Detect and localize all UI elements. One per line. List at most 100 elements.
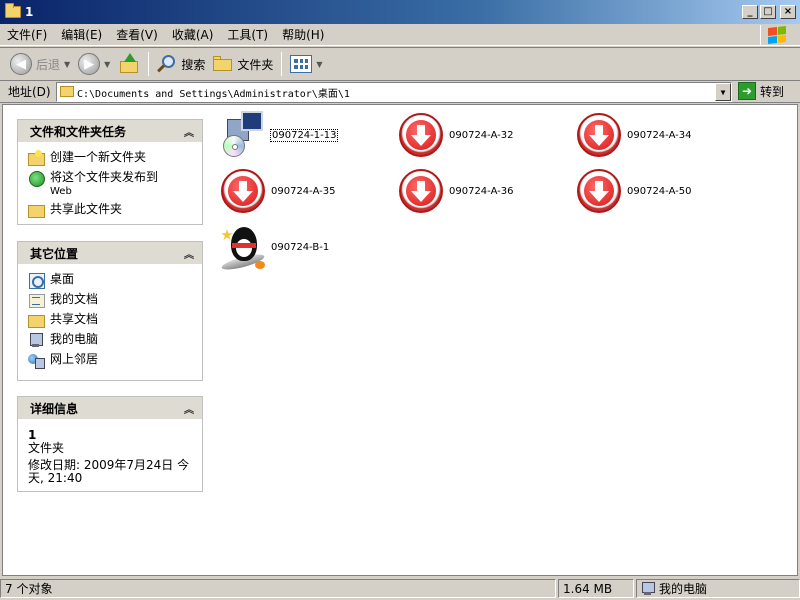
details-title: 详细信息 xyxy=(30,401,79,416)
folders-label: 文件夹 xyxy=(237,57,274,72)
close-button[interactable]: × xyxy=(780,5,796,19)
folders-button[interactable]: 文件夹 xyxy=(209,50,277,78)
menu-bar: 文件(F) 编辑(E) 查看(V) 收藏(A) 工具(T) 帮助(H) xyxy=(0,24,800,46)
folder-icon xyxy=(60,86,74,97)
status-size: 1.64 MB xyxy=(558,579,634,598)
place-network[interactable]: 网上邻居 xyxy=(28,350,196,370)
folders-icon xyxy=(213,56,233,72)
other-places-title: 其它位置 xyxy=(30,246,79,261)
forward-arrow-icon: ▶ xyxy=(78,53,101,75)
status-object-count: 7 个对象 xyxy=(0,579,556,598)
views-button[interactable]: ▼ xyxy=(286,50,326,78)
file-name: 090724-B-1 xyxy=(271,241,330,253)
menu-edit[interactable]: 编辑(E) xyxy=(54,26,109,43)
place-my-computer[interactable]: 我的电脑 xyxy=(28,330,196,350)
menu-file[interactable]: 文件(F) xyxy=(0,26,54,43)
download-arrow-icon xyxy=(397,167,445,215)
collapse-chevron-icon[interactable]: ︽ xyxy=(184,246,194,261)
address-input[interactable]: C:\Documents and Settings\Administrator\… xyxy=(56,82,732,102)
file-name: 090724-A-36 xyxy=(449,185,514,197)
menu-tools[interactable]: 工具(T) xyxy=(220,26,275,43)
file-item[interactable]: 090724-A-36 xyxy=(397,167,514,215)
file-item[interactable]: 090724-A-32 xyxy=(397,111,514,159)
tasks-panel-title: 文件和文件夹任务 xyxy=(30,124,127,139)
new-folder-icon xyxy=(28,150,45,166)
collapse-chevron-icon[interactable]: ︽ xyxy=(184,401,194,416)
window-controls: _ □ × xyxy=(742,5,796,19)
address-label: 地址(D) xyxy=(8,85,51,99)
folder-up-icon xyxy=(118,53,140,75)
chevron-down-icon[interactable]: ▼ xyxy=(104,60,110,69)
task-publish-web[interactable]: 将这个文件夹发布到 Web xyxy=(28,168,196,200)
windows-logo-icon xyxy=(760,25,792,45)
details-type: 文件夹 xyxy=(28,441,65,455)
file-name: 090724-A-34 xyxy=(627,129,692,141)
share-folder-icon xyxy=(28,202,45,218)
title-bar[interactable]: 1 _ □ × xyxy=(0,0,800,24)
go-button[interactable]: ➜ 转到 xyxy=(738,82,784,100)
my-computer-icon xyxy=(641,581,655,596)
toolbar-separator xyxy=(148,52,150,76)
file-item[interactable]: 090724-B-1 xyxy=(219,223,330,273)
minimize-button[interactable]: _ xyxy=(742,5,758,19)
download-arrow-icon xyxy=(575,111,623,159)
address-bar: 地址(D) C:\Documents and Settings\Administ… xyxy=(0,81,800,103)
desktop-icon xyxy=(28,272,45,289)
place-my-documents[interactable]: 我的文档 xyxy=(28,290,196,310)
forward-button[interactable]: ▶ ▼ xyxy=(74,50,114,78)
task-pane: 文件和文件夹任务 ︽ 创建一个新文件夹 将这个文件夹发布到Web 共享此文件夹 xyxy=(3,105,217,575)
place-shared-documents[interactable]: 共享文档 xyxy=(28,310,196,330)
search-button[interactable]: 搜索 xyxy=(153,50,209,78)
my-computer-icon xyxy=(28,332,44,348)
file-item[interactable]: 090724-A-34 xyxy=(575,111,692,159)
file-name: 090724-A-32 xyxy=(449,129,514,141)
details-modified: 修改日期: 2009年7月24日 今 天, 21:40 xyxy=(28,458,190,485)
publish-web-icon xyxy=(28,170,45,187)
content-area: 文件和文件夹任务 ︽ 创建一个新文件夹 将这个文件夹发布到Web 共享此文件夹 xyxy=(2,104,798,576)
search-icon xyxy=(157,54,177,74)
window-title: 1 xyxy=(25,5,34,19)
menu-view[interactable]: 查看(V) xyxy=(109,26,165,43)
file-item[interactable]: 090724-A-35 xyxy=(219,167,336,215)
go-label: 转到 xyxy=(760,84,785,99)
toolbar-separator xyxy=(281,52,283,76)
views-icon xyxy=(290,55,313,73)
chevron-down-icon[interactable]: ▼ xyxy=(64,60,70,69)
shared-documents-icon xyxy=(28,312,45,328)
back-label: 后退 xyxy=(36,57,61,72)
download-arrow-icon xyxy=(397,111,445,159)
up-button[interactable] xyxy=(114,50,144,78)
tasks-panel: 文件和文件夹任务 ︽ 创建一个新文件夹 将这个文件夹发布到 Web 共享此文件夹 xyxy=(17,119,203,225)
menu-help[interactable]: 帮助(H) xyxy=(275,26,331,43)
chevron-down-icon[interactable]: ▼ xyxy=(316,60,322,69)
collapse-chevron-icon[interactable]: ︽ xyxy=(184,124,194,139)
go-arrow-icon: ➜ xyxy=(738,82,756,100)
toolbar: ◀ 后退 ▼ ▶ ▼ 搜索 文件夹 ▼ xyxy=(0,47,800,81)
other-places-header[interactable]: 其它位置 ︽ xyxy=(18,242,202,264)
menu-favorites[interactable]: 收藏(A) xyxy=(165,26,221,43)
maximize-button[interactable]: □ xyxy=(760,5,776,19)
place-desktop[interactable]: 桌面 xyxy=(28,270,196,290)
file-name: 090724-1-13 xyxy=(269,128,339,142)
file-name: 090724-A-35 xyxy=(271,185,336,197)
network-places-icon xyxy=(28,352,45,369)
details-header[interactable]: 详细信息 ︽ xyxy=(18,397,202,419)
details-panel: 详细信息 ︽ 1 文件夹 修改日期: 2009年7月24日 今 天, 21:40 xyxy=(17,396,203,492)
file-item[interactable]: 090724-A-50 xyxy=(575,167,692,215)
address-path: C:\Documents and Settings\Administrator\… xyxy=(77,88,350,100)
status-bar: 7 个对象 1.64 MB 我的电脑 xyxy=(0,577,800,600)
other-places-panel: 其它位置 ︽ 桌面 我的文档 共享文档 我的电脑 网上邻居 xyxy=(17,241,203,381)
task-new-folder[interactable]: 创建一个新文件夹 xyxy=(28,148,196,168)
setup-icon xyxy=(219,111,267,159)
qq-penguin-icon xyxy=(219,223,267,273)
status-location: 我的电脑 xyxy=(636,579,800,598)
address-dropdown-button[interactable]: ▼ xyxy=(715,83,731,101)
task-share-folder[interactable]: 共享此文件夹 xyxy=(28,200,196,220)
tasks-panel-header[interactable]: 文件和文件夹任务 ︽ xyxy=(18,120,202,142)
file-name: 090724-A-50 xyxy=(627,185,692,197)
file-item[interactable]: 090724-1-13 xyxy=(219,111,339,159)
back-button[interactable]: ◀ 后退 ▼ xyxy=(6,50,74,78)
folder-icon xyxy=(5,3,21,18)
search-label: 搜索 xyxy=(181,57,206,72)
download-arrow-icon xyxy=(219,167,267,215)
